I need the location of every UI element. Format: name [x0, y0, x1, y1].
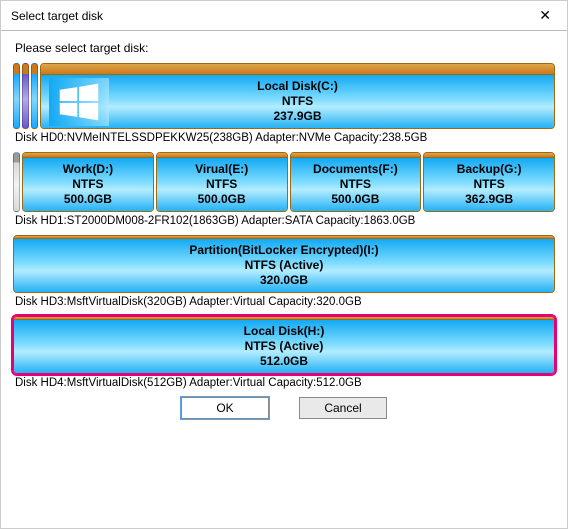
- reserved-strips: [13, 63, 38, 129]
- reserved-partition-strip[interactable]: [31, 63, 38, 129]
- partition-body: Local Disk(H:)NTFS (Active)512.0GB: [14, 320, 554, 373]
- partition-size: 500.0GB: [63, 192, 113, 207]
- partition-tile[interactable]: Work(D:)NTFS500.0GB: [22, 152, 154, 212]
- partition-tile[interactable]: Local Disk(C:)NTFS237.9GB: [40, 63, 555, 129]
- close-icon[interactable]: ✕: [531, 5, 559, 26]
- partition-tile[interactable]: Documents(F:)NTFS500.0GB: [290, 152, 422, 212]
- partition-row: Local Disk(C:)NTFS237.9GB: [13, 63, 555, 129]
- partition-tile[interactable]: Local Disk(H:)NTFS (Active)512.0GB: [13, 316, 555, 374]
- disk-group: Work(D:)NTFS500.0GBVirual(E:)NTFS500.0GB…: [13, 152, 555, 227]
- reserved-partition-strip[interactable]: [13, 152, 20, 212]
- partition-body: Local Disk(C:)NTFS237.9GB: [41, 75, 554, 128]
- partition-row: Partition(BitLocker Encrypted)(I:)NTFS (…: [13, 235, 555, 293]
- partition-tile[interactable]: Backup(G:)NTFS362.9GB: [423, 152, 555, 212]
- partition-fs: NTFS: [313, 177, 398, 192]
- partition-label: Documents(F:)NTFS500.0GB: [313, 162, 398, 207]
- partition-size: 237.9GB: [257, 109, 338, 124]
- disk-group: Local Disk(C:)NTFS237.9GB Disk HD0:NVMeIN…: [13, 63, 555, 144]
- partition-body: Backup(G:)NTFS362.9GB: [424, 158, 554, 211]
- partition-name: Partition(BitLocker Encrypted)(I:): [189, 243, 378, 258]
- cancel-button[interactable]: Cancel: [299, 397, 387, 419]
- disk-list: Local Disk(C:)NTFS237.9GBDisk HD0:NVMeIN…: [13, 63, 555, 389]
- disk-caption: Disk HD3:MsftVirtualDisk(320GB) Adapter:…: [15, 296, 555, 308]
- partition-name: Documents(F:): [313, 162, 398, 177]
- partition-body: Work(D:)NTFS500.0GB: [23, 158, 153, 211]
- disk-group: Local Disk(H:)NTFS (Active)512.0GB Disk H…: [13, 316, 555, 389]
- partition-name: Virual(E:): [195, 162, 248, 177]
- partition-body: Partition(BitLocker Encrypted)(I:)NTFS (…: [14, 239, 554, 292]
- reserved-partition-strip[interactable]: [22, 63, 29, 129]
- partition-label: Local Disk(H:)NTFS (Active)512.0GB: [244, 324, 325, 369]
- disk-group: Partition(BitLocker Encrypted)(I:)NTFS (…: [13, 235, 555, 308]
- partition-header-bar: [41, 64, 554, 75]
- dialog-content: Please select target disk: Local Disk(C:…: [1, 31, 567, 427]
- partition-size: 500.0GB: [313, 192, 398, 207]
- partition-label: Virual(E:)NTFS500.0GB: [195, 162, 248, 207]
- partition-size: 500.0GB: [195, 192, 248, 207]
- ok-button[interactable]: OK: [181, 397, 269, 419]
- button-row: OK Cancel: [13, 397, 555, 419]
- partition-name: Backup(G:): [457, 162, 522, 177]
- partition-name: Local Disk(H:): [244, 324, 325, 339]
- partition-fs: NTFS: [195, 177, 248, 192]
- partition-name: Work(D:): [63, 162, 113, 177]
- partition-size: 512.0GB: [244, 354, 325, 369]
- partition-fs: NTFS (Active): [189, 258, 378, 273]
- disk-caption: Disk HD0:NVMeINTELSSDPEKKW25(238GB) Adap…: [15, 132, 555, 144]
- partition-row: Work(D:)NTFS500.0GBVirual(E:)NTFS500.0GB…: [13, 152, 555, 212]
- partition-body: Virual(E:)NTFS500.0GB: [157, 158, 287, 211]
- partition-tile[interactable]: Partition(BitLocker Encrypted)(I:)NTFS (…: [13, 235, 555, 293]
- reserved-partition-strip[interactable]: [13, 63, 20, 129]
- partition-label: Partition(BitLocker Encrypted)(I:)NTFS (…: [189, 243, 378, 288]
- partition-fs: NTFS (Active): [244, 339, 325, 354]
- titlebar: Select target disk ✕: [1, 1, 567, 31]
- partition-label: Backup(G:)NTFS362.9GB: [457, 162, 522, 207]
- prompt-text: Please select target disk:: [15, 41, 555, 55]
- partition-size: 320.0GB: [189, 273, 378, 288]
- partition-size: 362.9GB: [457, 192, 522, 207]
- partition-fs: NTFS: [63, 177, 113, 192]
- partition-row: Local Disk(H:)NTFS (Active)512.0GB: [13, 316, 555, 374]
- partition-body: Documents(F:)NTFS500.0GB: [291, 158, 421, 211]
- window-title: Select target disk: [11, 9, 103, 23]
- windows-logo-icon: [49, 78, 109, 126]
- partition-label: Local Disk(C:)NTFS237.9GB: [257, 79, 338, 124]
- partition-tile[interactable]: Virual(E:)NTFS500.0GB: [156, 152, 288, 212]
- partition-fs: NTFS: [257, 94, 338, 109]
- disk-caption: Disk HD1:ST2000DM008-2FR102(1863GB) Adap…: [15, 215, 555, 227]
- partition-label: Work(D:)NTFS500.0GB: [63, 162, 113, 207]
- reserved-strips: [13, 152, 20, 212]
- disk-caption: Disk HD4:MsftVirtualDisk(512GB) Adapter:…: [15, 377, 555, 389]
- partition-name: Local Disk(C:): [257, 79, 338, 94]
- partition-fs: NTFS: [457, 177, 522, 192]
